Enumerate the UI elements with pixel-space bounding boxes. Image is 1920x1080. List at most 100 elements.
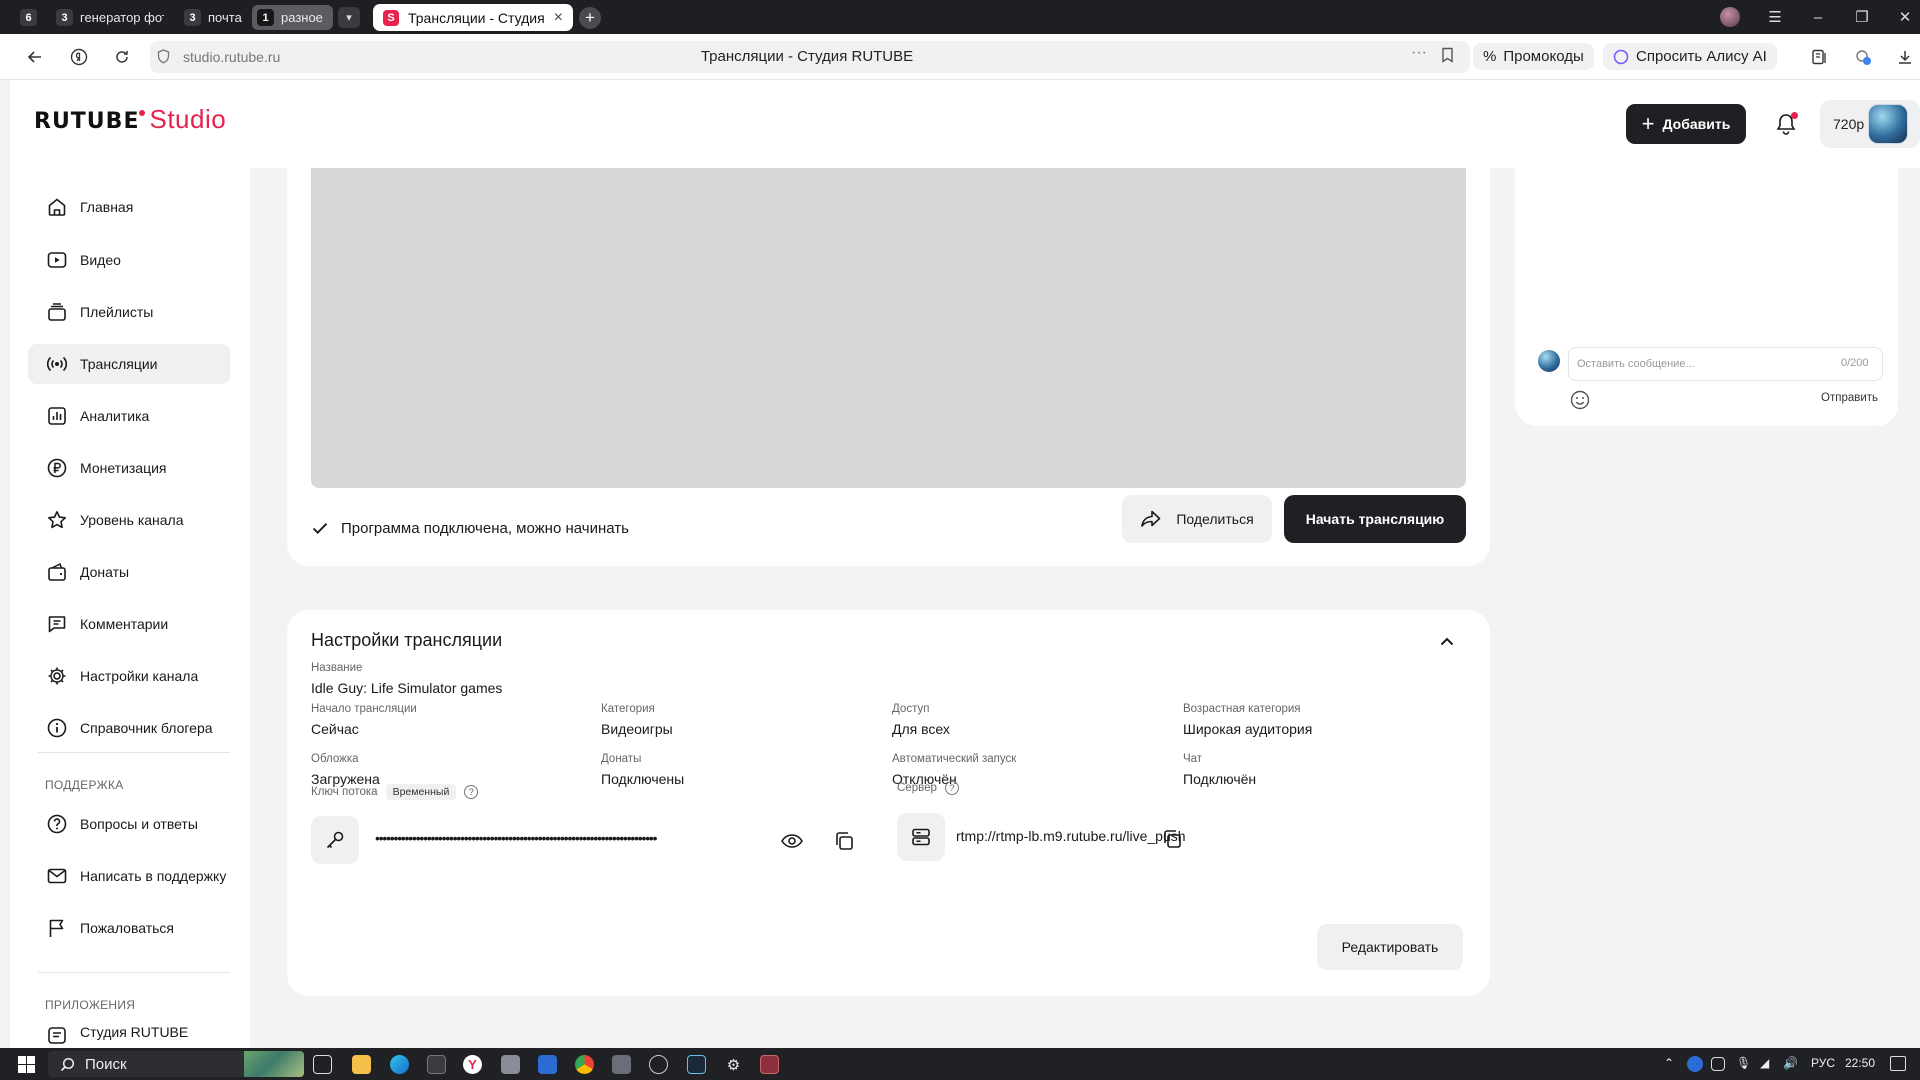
tab-group-3[interactable]: 3 почта [184, 5, 242, 30]
sidebar-item-contact-support[interactable]: Написать в поддержку [28, 856, 230, 896]
windows-start-icon[interactable] [18, 1056, 35, 1073]
sidebar-item-donations[interactable]: Донаты [28, 552, 230, 592]
tab-group-1[interactable]: 6 [20, 5, 44, 30]
taskbar-search[interactable]: Поиск [48, 1051, 304, 1077]
bookmark-icon[interactable] [1441, 47, 1454, 63]
promo-codes-button[interactable]: % Промокоды [1473, 43, 1594, 70]
sidebar-item-channel-level[interactable]: Уровень канала [28, 500, 230, 540]
url-text[interactable]: studio.rutube.ru [183, 49, 280, 65]
help-icon[interactable]: ? [464, 785, 479, 799]
sidebar-item-home[interactable]: Главная [28, 187, 230, 227]
tab-group-count: 3 [56, 9, 73, 26]
sidebar-item-label: Донаты [80, 564, 130, 580]
yandex-icon[interactable] [68, 46, 90, 68]
sidebar: Главная Видео Плейлисты Трансляции Анали… [10, 168, 250, 1048]
stream-key-masked[interactable]: ••••••••••••••••••••••••••••••••••••••••… [375, 830, 751, 846]
plus-icon: + [1641, 111, 1655, 136]
sidebar-item-video[interactable]: Видео [28, 240, 230, 280]
game-app-icon[interactable] [760, 1055, 779, 1074]
sidebar-item-faq[interactable]: Вопросы и ответы [28, 804, 230, 844]
active-tab[interactable]: S Трансляции - Студия R × [373, 4, 573, 31]
steam-icon[interactable] [687, 1055, 706, 1074]
discord-icon[interactable] [501, 1055, 520, 1074]
back-icon[interactable] [24, 46, 46, 68]
edit-button[interactable]: Редактировать [1317, 924, 1463, 970]
close-tab-icon[interactable]: × [554, 9, 563, 27]
chevron-up-icon[interactable] [1437, 632, 1457, 652]
home-icon [46, 196, 68, 218]
sidebar-item-report[interactable]: Пожаловаться [28, 908, 230, 948]
settings-gear-icon[interactable]: ⚙ [724, 1055, 743, 1074]
server-url[interactable]: rtmp://rtmp-lb.m9.rutube.ru/live_push [956, 828, 1186, 844]
camera-icon[interactable] [612, 1055, 631, 1074]
chrome-icon[interactable] [575, 1055, 594, 1074]
reload-icon[interactable] [111, 46, 133, 68]
clock[interactable]: 22:50 [1845, 1056, 1875, 1070]
extensions-icon[interactable] [1852, 46, 1874, 68]
flag-icon [46, 917, 68, 939]
add-button[interactable]: + Добавить [1626, 104, 1746, 144]
share-button[interactable]: Поделиться [1122, 495, 1272, 543]
restore-icon[interactable]: ❐ [1847, 6, 1877, 28]
tray-app-icon[interactable] [1687, 1056, 1703, 1072]
start-stream-button[interactable]: Начать трансляцию [1284, 495, 1466, 543]
tab-list-chevron-icon[interactable]: ▾ [338, 7, 360, 28]
sidebar-item-monetization[interactable]: Монетизация [28, 448, 230, 488]
volume-icon[interactable]: 🔊 [1783, 1056, 1798, 1070]
studio-header: RUTUBE Studio + Добавить 720p [10, 80, 1920, 168]
store-icon[interactable] [427, 1055, 446, 1074]
tray-device-icon[interactable] [1711, 1057, 1725, 1071]
outlook-icon[interactable] [538, 1055, 557, 1074]
sidebar-item-label: Аналитика [80, 408, 150, 424]
eye-icon[interactable] [779, 828, 805, 854]
browser-menu-icon[interactable]: ☰ [1760, 6, 1790, 28]
chat-send-button[interactable]: Отправить [1821, 392, 1878, 404]
tray-chevron-icon[interactable]: ⌃ [1664, 1056, 1674, 1070]
sidebar-item-broadcasts[interactable]: Трансляции [28, 344, 230, 384]
sidebar-item-analytics[interactable]: Аналитика [28, 396, 230, 436]
stream-settings-card: Настройки трансляции Название Idle Guy: … [287, 610, 1490, 996]
copy-key-icon[interactable] [831, 828, 857, 854]
start-stream-label: Начать трансляцию [1305, 511, 1445, 527]
sidebar-item-blogger-guide[interactable]: Справочник блогера [28, 708, 230, 748]
collections-icon[interactable] [1808, 46, 1830, 68]
new-tab-plus-icon[interactable]: + [579, 7, 601, 29]
browser-profile-avatar[interactable] [1720, 7, 1740, 27]
sidebar-item-comments[interactable]: Комментарии [28, 604, 230, 644]
yandex-browser-icon[interactable]: Y [463, 1055, 482, 1074]
shield-icon[interactable] [157, 49, 170, 64]
sidebar-item-label: Монетизация [80, 460, 167, 476]
channel-avatar[interactable] [1868, 104, 1908, 144]
tab-group-2[interactable]: 3 генератор фото [56, 5, 164, 30]
field-label: Категория [601, 703, 655, 715]
tab-group-label: почта [208, 10, 242, 25]
task-view-icon[interactable] [313, 1055, 332, 1074]
apps-heading: ПРИЛОЖЕНИЯ [45, 998, 136, 1012]
windows-taskbar: Поиск Y ⚙ ⌃ 🎙 ◢ 🔊 РУС 22:50 [0, 1048, 1920, 1080]
more-icon[interactable]: ··· [1411, 44, 1427, 62]
chat-card: Оставить сообщение... 0/200 Отправить [1515, 168, 1898, 426]
help-icon[interactable]: ? [944, 781, 959, 795]
sidebar-item-playlists[interactable]: Плейлисты [28, 292, 230, 332]
copy-server-icon[interactable] [1159, 826, 1185, 852]
bell-icon[interactable] [1775, 112, 1799, 136]
file-explorer-icon[interactable] [352, 1055, 371, 1074]
rutube-studio-logo[interactable]: RUTUBE Studio [34, 104, 226, 135]
close-window-icon[interactable]: ✕ [1890, 6, 1920, 28]
notifications-icon[interactable] [1890, 1056, 1906, 1071]
tab-group-4[interactable]: 1 разное [252, 5, 333, 30]
wifi-icon[interactable]: ◢ [1760, 1056, 1769, 1070]
emoji-icon[interactable] [1569, 389, 1591, 411]
downloads-icon[interactable] [1894, 46, 1916, 68]
edge-icon[interactable] [390, 1055, 409, 1074]
sidebar-item-channel-settings[interactable]: Настройки канала [28, 656, 230, 696]
obs-icon[interactable] [649, 1055, 668, 1074]
microphone-icon[interactable]: 🎙 [1736, 1056, 1751, 1070]
share-button-label: Поделиться [1176, 511, 1254, 527]
minimize-icon[interactable]: – [1803, 6, 1833, 28]
sidebar-item-studio-app[interactable]: Студия RUTUBE [28, 1024, 230, 1048]
video-player-preview[interactable] [311, 168, 1466, 488]
ask-alice-button[interactable]: Спросить Алису AI [1603, 43, 1777, 70]
keyboard-language[interactable]: РУС [1811, 1056, 1835, 1070]
field-value: Видеоигры [601, 721, 673, 737]
